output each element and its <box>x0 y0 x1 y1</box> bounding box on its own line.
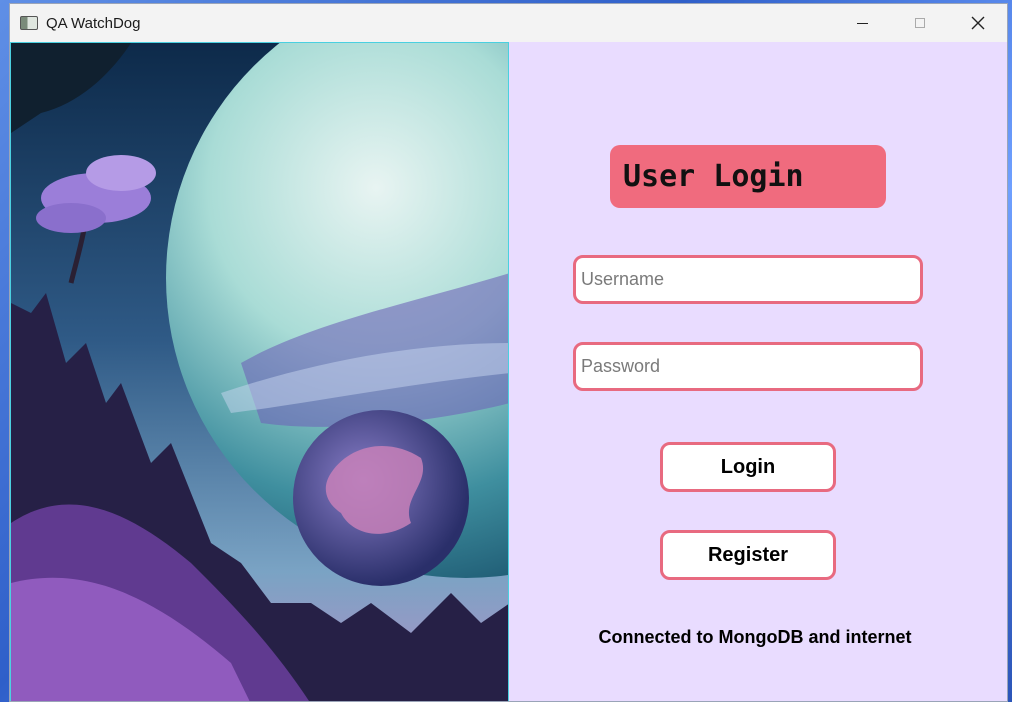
register-button[interactable]: Register <box>660 530 836 580</box>
username-input[interactable] <box>573 255 923 304</box>
landscape-illustration <box>11 43 508 701</box>
register-button-label: Register <box>707 543 789 566</box>
login-button[interactable]: Login <box>660 442 836 492</box>
window-controls <box>833 4 1007 42</box>
password-input[interactable] <box>573 342 923 391</box>
close-button[interactable] <box>949 4 1007 42</box>
app-icon <box>20 16 38 30</box>
window-title: QA WatchDog <box>46 14 141 32</box>
maximize-icon <box>915 18 925 28</box>
title-bar[interactable]: QA WatchDog <box>10 4 1007 42</box>
login-button-label: Login <box>720 455 776 478</box>
main-content: User Login Login Register Connected to M… <box>10 42 1007 701</box>
maximize-button[interactable] <box>891 4 949 42</box>
close-icon <box>971 16 985 30</box>
minimize-icon <box>856 22 868 24</box>
fantasy-landscape-image <box>10 42 509 701</box>
app-window: QA WatchDog User Login Username Login Re… <box>9 3 1008 702</box>
minimize-button[interactable] <box>833 4 891 42</box>
connection-status: Connected to MongoDB and internet <box>598 627 912 647</box>
user-login-heading: User Login <box>610 145 886 208</box>
